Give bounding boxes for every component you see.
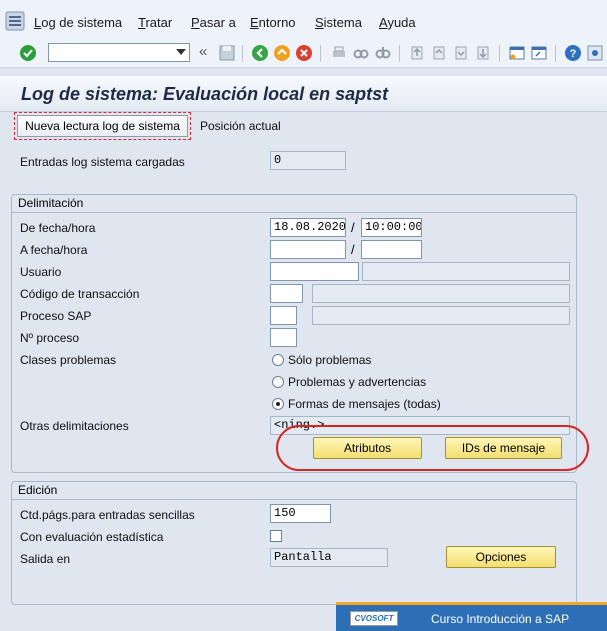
menu-log-de-sistema[interactable]: Log de sistema [34,15,122,30]
shortcut-icon[interactable] [530,44,548,62]
edition-title: Edición [12,482,576,500]
collapse-icon[interactable]: « [199,43,207,60]
user-label: Usuario [20,265,62,279]
prev-page-icon[interactable] [430,44,448,62]
title-bar: Log de sistema: Evaluación local en sapt… [0,76,607,112]
menu-tratar[interactable]: Tratar [138,15,172,30]
cancel-icon[interactable] [295,44,313,62]
output-label: Salida en [20,552,71,566]
to-slash: / [351,242,355,257]
chevron-down-icon[interactable] [176,49,186,55]
sap-menu-icon[interactable] [4,10,26,32]
entries-label: Entradas log sistema cargadas [20,155,185,169]
radio-all-messages-label: Formas de mensajes (todas) [288,397,441,411]
reread-log-button[interactable]: Nueva lectura log de sistema [17,115,188,137]
to-time-input[interactable] [361,240,422,259]
command-field[interactable] [48,43,190,62]
process-input[interactable] [270,306,297,325]
menu-sistema[interactable]: Sistema [315,15,362,30]
exit-icon[interactable] [273,44,291,62]
separator [555,45,556,62]
course-banner: CVOSOFT Curso Introducción a SAP [336,602,607,631]
process-label: Proceso SAP [20,309,92,323]
back-icon[interactable] [251,44,269,62]
delimitation-title: Delimitación [12,195,576,213]
save-icon[interactable] [218,44,236,62]
separator [242,45,243,62]
cvosoft-logo: CVOSOFT [350,611,398,626]
from-date-input[interactable]: 18.08.2020 [270,218,346,237]
from-slash: / [351,220,355,235]
menu-entorno[interactable]: Entorno [250,15,296,30]
radio-only-problems[interactable] [272,354,284,366]
stat-checkbox[interactable] [270,530,282,542]
help-icon[interactable]: ? [564,44,582,62]
entries-field: 0 [270,151,346,170]
print-icon[interactable] [330,44,348,62]
find-next-icon[interactable] [374,44,392,62]
attributes-button[interactable]: Atributos [313,437,422,459]
from-time-input[interactable]: 10:00:00 [361,218,422,237]
separator [499,45,500,62]
procno-input[interactable] [270,328,297,347]
radio-problems-warnings[interactable] [272,376,284,388]
user-description [362,262,570,281]
separator [320,45,321,62]
output-field: Pantalla [270,548,388,567]
pages-label: Ctd.págs.para entradas sencillas [20,508,195,522]
to-date-input[interactable] [270,240,346,259]
enter-icon[interactable] [19,44,37,62]
tcode-description [312,284,570,303]
message-ids-button[interactable]: IDs de mensaje [445,437,562,459]
user-input[interactable] [270,262,359,281]
menu-ayuda[interactable]: Ayuda [379,15,416,30]
radio-problems-warnings-label: Problemas y advertencias [288,375,427,389]
tcode-input[interactable] [270,284,303,303]
problems-label: Clases problemas [20,353,117,367]
tcode-label: Código de transacción [20,287,140,301]
procno-label: Nº proceso [20,331,80,345]
process-description [312,306,570,325]
other-label: Otras delimitaciones [20,419,129,433]
menu-pasar-a[interactable]: Pasar a [191,15,236,30]
next-page-icon[interactable] [452,44,470,62]
current-position-button[interactable]: Posición actual [200,119,281,133]
options-button[interactable]: Opciones [446,546,556,568]
create-session-icon[interactable] [508,44,526,62]
stat-label: Con evaluación estadística [20,530,164,544]
customize-icon[interactable] [586,44,604,62]
page-title: Log de sistema: Evaluación local en sapt… [21,84,389,104]
svg-text:?: ? [570,48,577,60]
menu-bar: Log de sistema Tratar Pasar a Entorno Si… [0,0,607,40]
first-page-icon[interactable] [408,44,426,62]
find-icon[interactable] [352,44,370,62]
pages-input[interactable]: 150 [270,504,331,523]
standard-toolbar: « ? [0,40,607,68]
separator [399,45,400,62]
banner-text: Curso Introducción a SAP [431,612,570,626]
last-page-icon[interactable] [474,44,492,62]
to-label: A fecha/hora [20,243,88,257]
radio-only-problems-label: Sólo problemas [288,353,372,367]
from-label: De fecha/hora [20,221,96,235]
radio-all-messages[interactable] [272,398,284,410]
